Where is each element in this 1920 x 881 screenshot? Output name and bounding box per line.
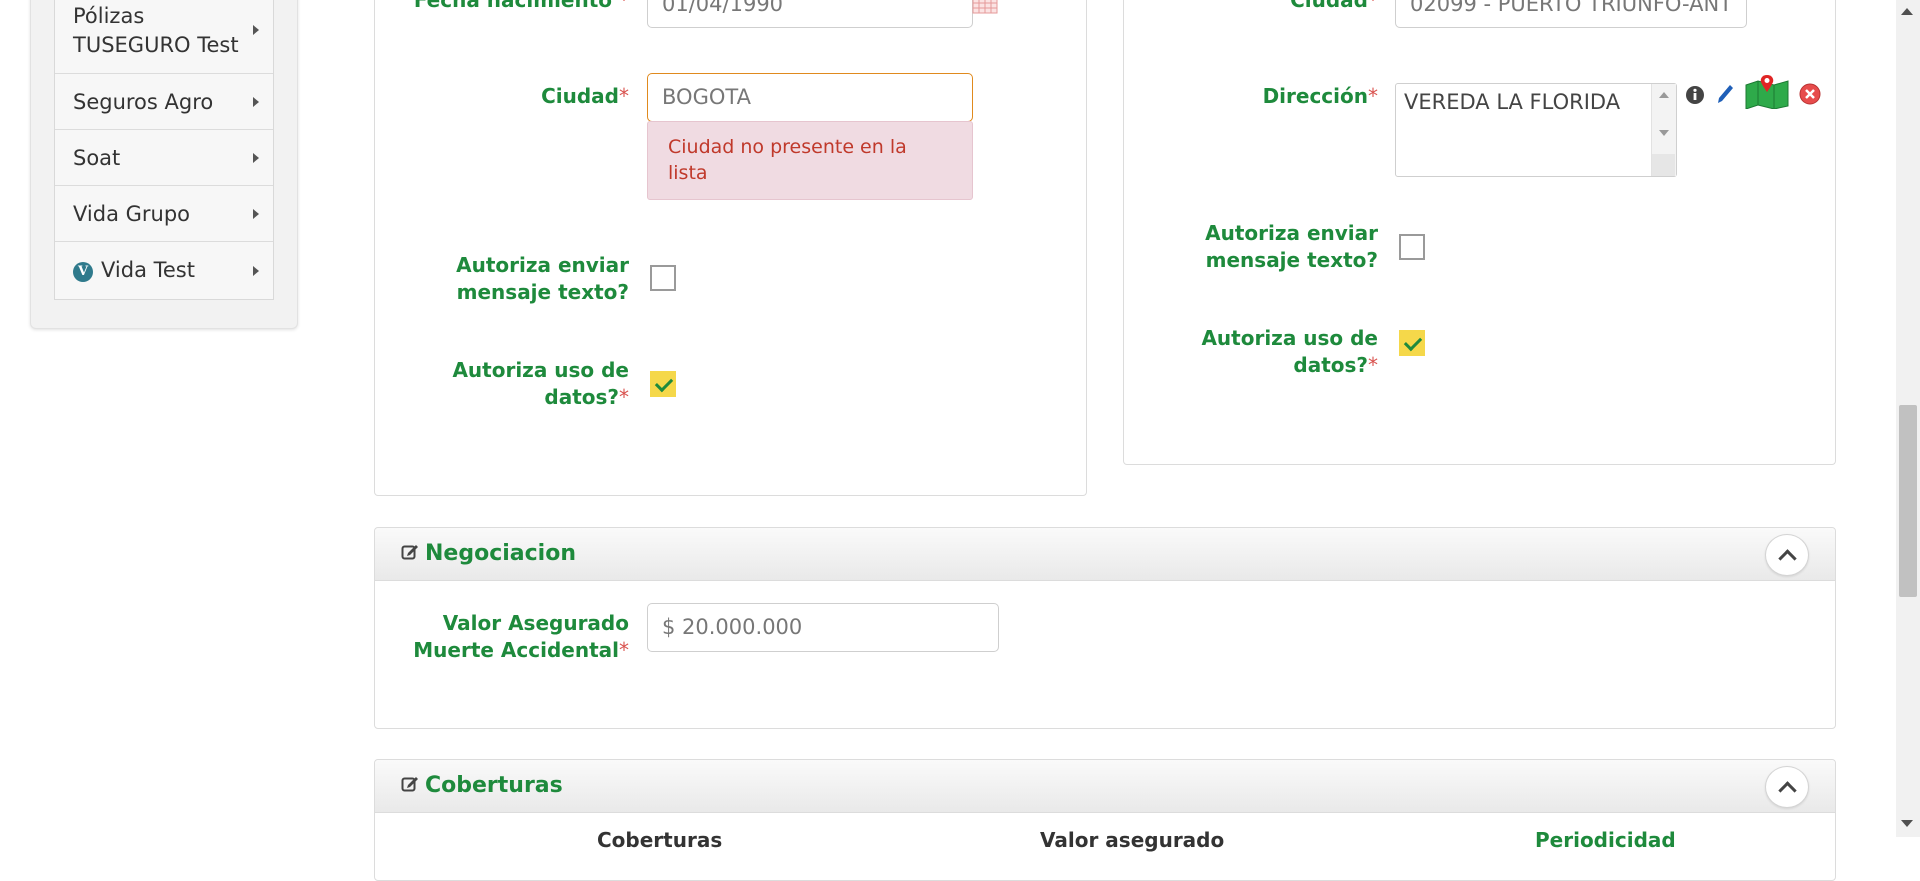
sidebar-item-polizas-tuseguro[interactable]: Pólizas TUSEGURO Test — [55, 0, 273, 73]
birth-date-label: Fecha nacimiento * — [413, 0, 629, 12]
sidebar-item-label: Vida Grupo — [73, 202, 191, 226]
collapse-button[interactable] — [1765, 534, 1809, 576]
page-scrollbar-thumb[interactable] — [1899, 405, 1917, 597]
data-consent-checkbox[interactable] — [1399, 330, 1425, 356]
caret-right-icon — [253, 209, 259, 219]
column-header-periodicidad: Periodicidad — [1535, 828, 1676, 852]
data-consent-label: Autoriza uso de datos?* — [1201, 326, 1378, 377]
vida-badge-icon: V — [73, 262, 93, 282]
sms-consent-label: Autoriza enviar mensaje texto? — [1205, 221, 1378, 272]
negociacion-section: Negociacion Valor Asegurado Muerte Accide… — [374, 527, 1836, 729]
remove-icon[interactable] — [1798, 82, 1822, 106]
sidebar-item-label: Seguros Agro — [73, 90, 214, 114]
city-input[interactable]: 02099 - PUERTO TRIUNFO-ANT — [1395, 0, 1747, 28]
address-label: Dirección* — [1262, 84, 1378, 108]
edit-icon — [401, 777, 418, 792]
sms-consent-label: Autoriza enviar mensaje texto? — [456, 253, 629, 304]
scroll-up-arrow-icon[interactable] — [1901, 8, 1913, 15]
sidebar-item-seguros-agro[interactable]: Seguros Agro — [55, 73, 273, 129]
sidebar-item-label: TUSEGURO Test — [73, 33, 239, 57]
caret-right-icon — [253, 266, 259, 276]
sms-consent-checkbox[interactable] — [650, 265, 676, 291]
beneficiary-form-card: Ciudad* 02099 - PUERTO TRIUNFO-ANT Direc… — [1123, 0, 1836, 465]
section-title: Negociacion — [401, 541, 576, 566]
address-textarea[interactable]: VEREDA LA FLORIDA — [1395, 83, 1677, 177]
collapse-button[interactable] — [1765, 766, 1809, 808]
coberturas-section: Coberturas Coberturas Valor asegurado Pe… — [374, 759, 1836, 881]
textarea-scrollbar[interactable] — [1651, 84, 1676, 176]
caret-right-icon — [253, 25, 259, 35]
city-label: Ciudad* — [1290, 0, 1378, 12]
edit-icon — [401, 545, 418, 560]
map-location-icon[interactable] — [1744, 73, 1790, 109]
city-input[interactable]: BOGOTA — [647, 73, 973, 122]
sidebar-item-label: Pólizas — [73, 4, 145, 28]
coberturas-header[interactable]: Coberturas — [375, 760, 1835, 813]
sms-consent-checkbox[interactable] — [1399, 234, 1425, 260]
column-header-valor-asegurado: Valor asegurado — [1040, 828, 1225, 852]
sidebar-item-soat[interactable]: Soat — [55, 129, 273, 185]
section-title: Coberturas — [401, 773, 563, 798]
insured-form-card: Fecha nacimiento * 01/04/1990 Ciudad* BO… — [374, 0, 1087, 496]
sidebar-item-label: Soat — [73, 146, 121, 170]
sum-insured-input[interactable]: $ 20.000.000 — [647, 603, 999, 652]
data-consent-checkbox[interactable] — [650, 371, 676, 397]
scroll-down-arrow-icon[interactable] — [1901, 820, 1913, 827]
sidebar-menu: Pólizas TUSEGURO Test Seguros Agro Soat … — [54, 0, 274, 300]
city-error-message: Ciudad no presente en la lista — [647, 121, 973, 200]
column-header-coberturas: Coberturas — [597, 828, 723, 852]
birth-date-input[interactable]: 01/04/1990 — [647, 0, 973, 28]
info-icon[interactable] — [1685, 85, 1705, 105]
negociacion-header[interactable]: Negociacion — [375, 528, 1835, 581]
caret-right-icon — [253, 153, 259, 163]
sidebar-item-vida-test[interactable]: V Vida Test — [55, 241, 273, 298]
sidebar-item-label: Vida Test — [101, 258, 195, 282]
data-consent-label: Autoriza uso de datos?* — [452, 358, 629, 409]
sidebar-item-vida-grupo[interactable]: Vida Grupo — [55, 185, 273, 241]
sum-insured-label: Valor Asegurado Muerte Accidental* — [413, 611, 629, 662]
edit-pencil-icon[interactable] — [1715, 83, 1735, 107]
city-label: Ciudad* — [541, 84, 629, 108]
caret-right-icon — [253, 97, 259, 107]
calendar-icon[interactable] — [972, 0, 998, 14]
